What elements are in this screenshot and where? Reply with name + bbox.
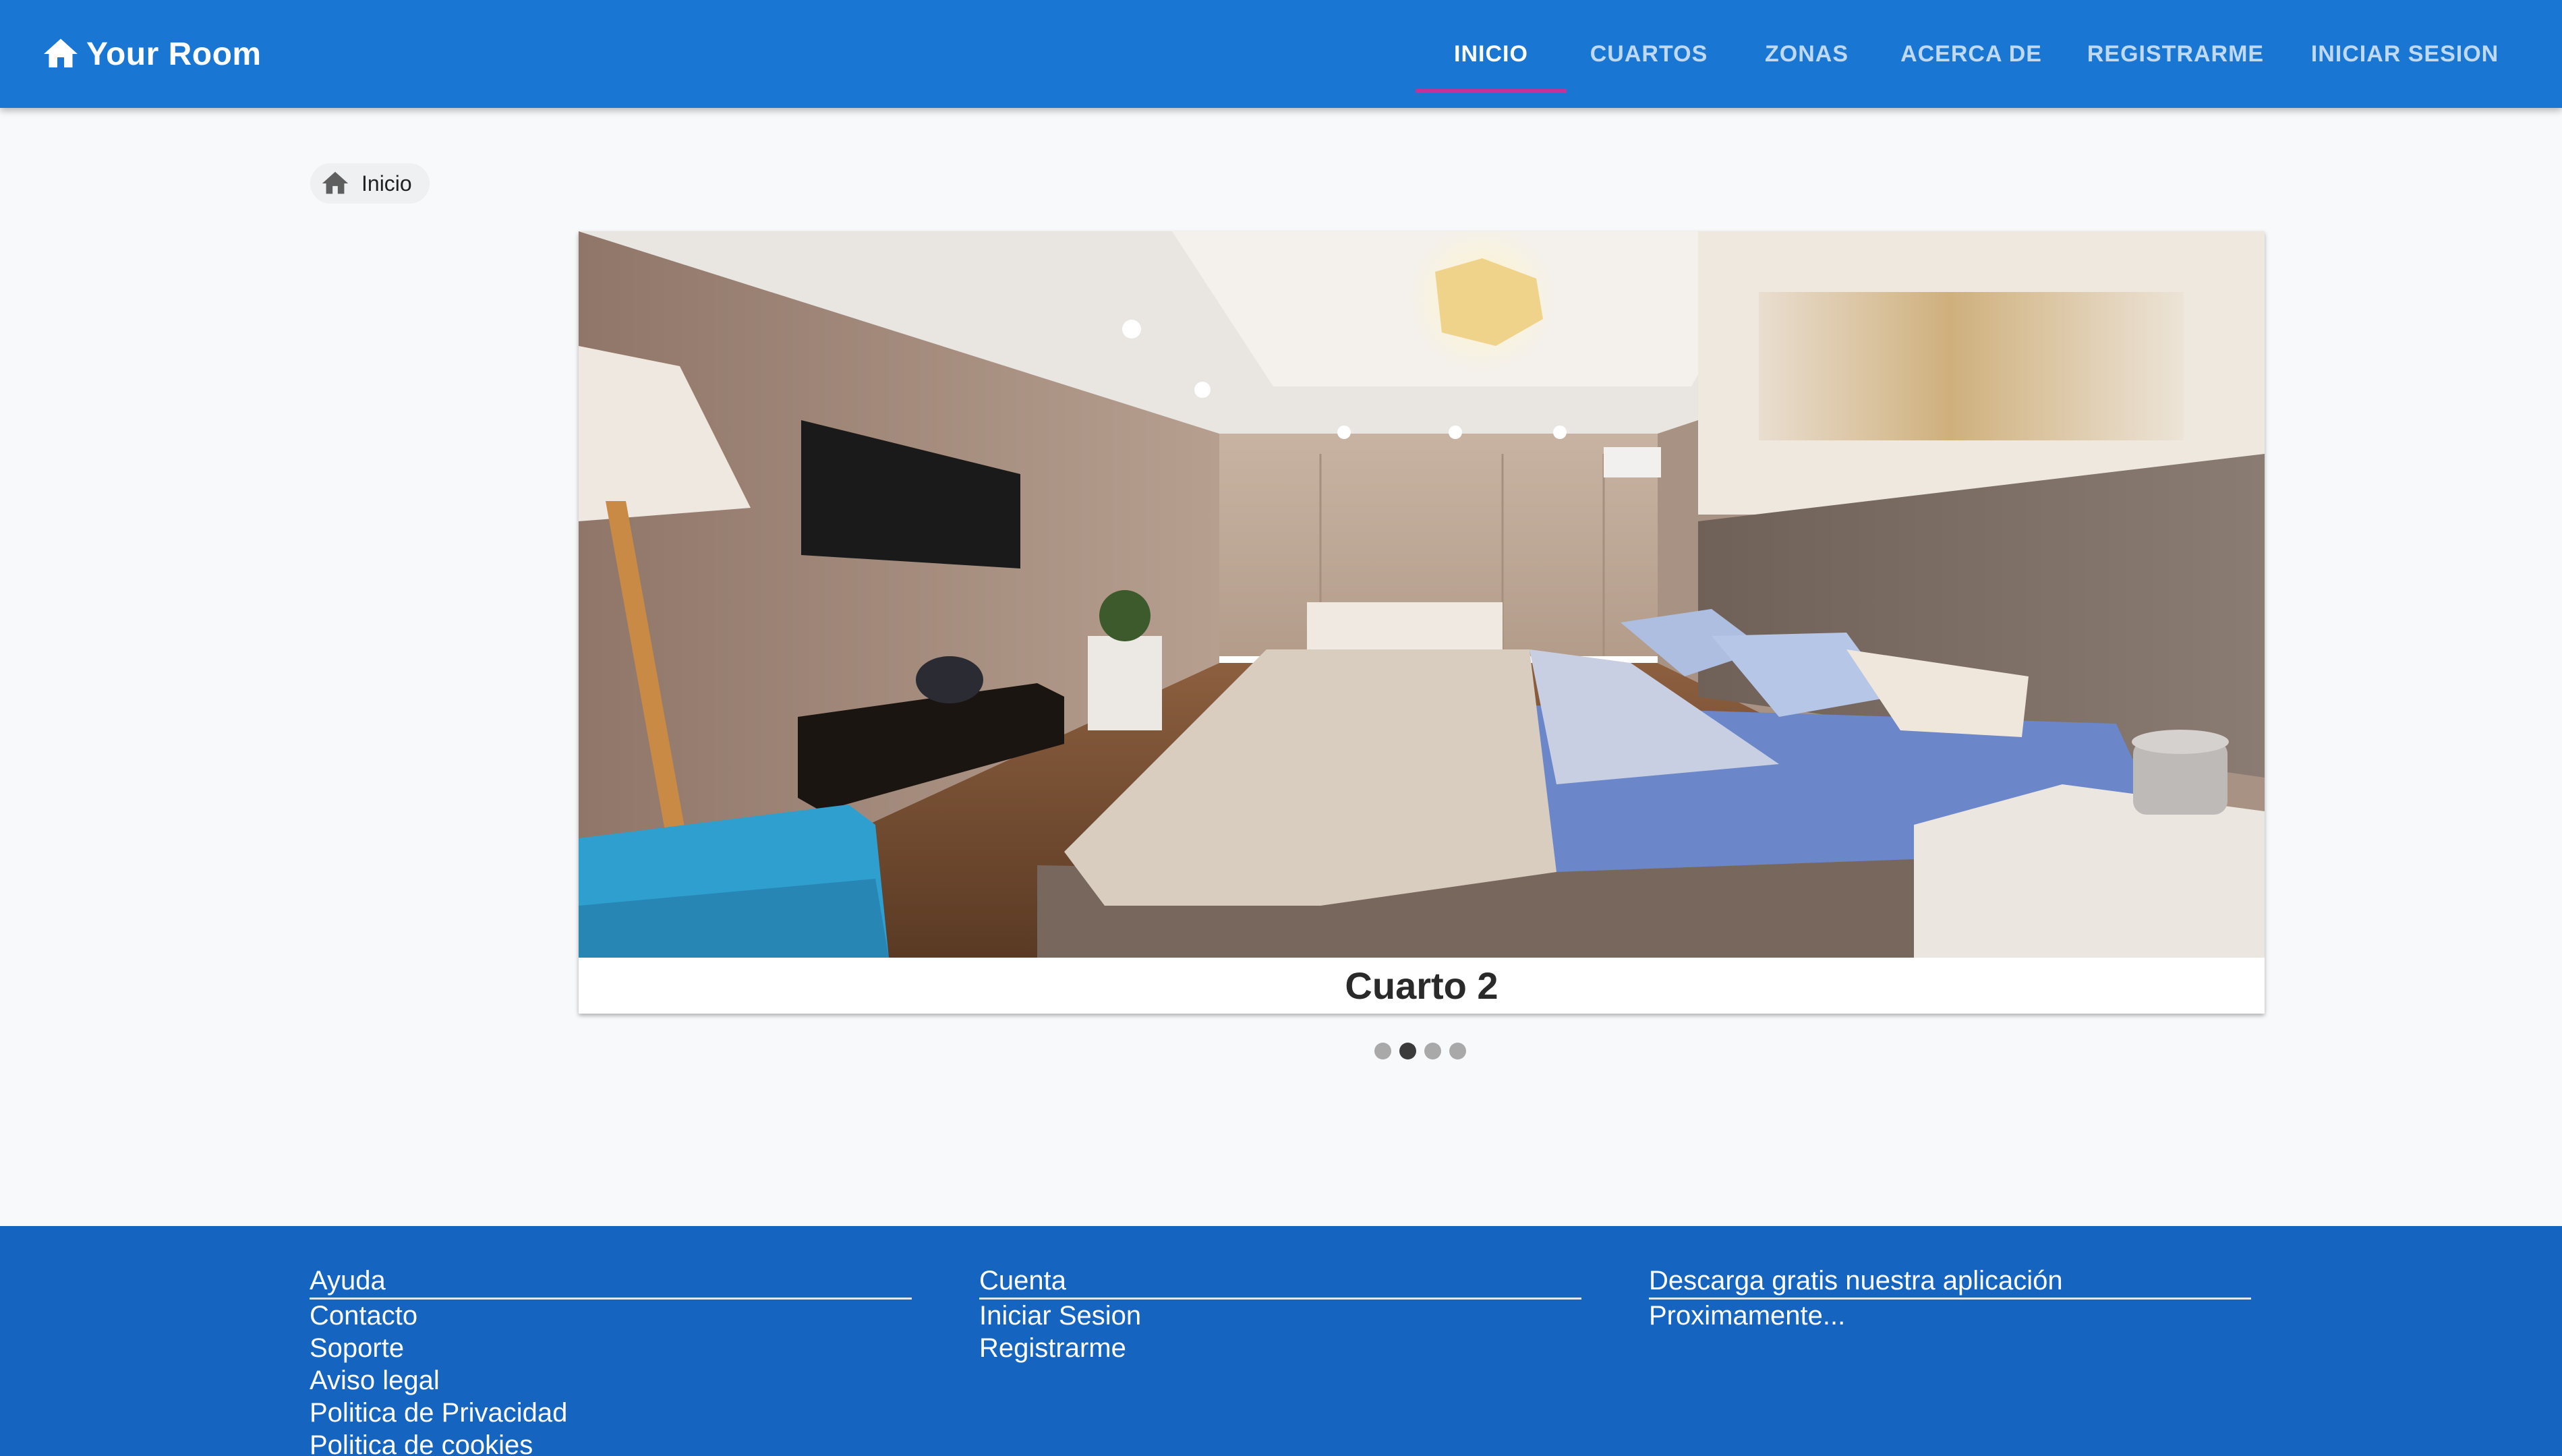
- bedroom-photo: [579, 231, 2265, 958]
- breadcrumb-label: Inicio: [361, 171, 412, 196]
- active-tab-indicator: [1416, 89, 1567, 93]
- footer-app-coming-soon: Proximamente...: [1649, 1301, 1846, 1331]
- tab-zonas[interactable]: ZONAS: [1731, 0, 1882, 108]
- app-bar: Your Room INICIO CUARTOS ZONAS ACERCA DE…: [0, 0, 2562, 108]
- carousel-dot-3[interactable]: [1424, 1042, 1441, 1059]
- home-icon: [320, 168, 351, 199]
- footer-link-cookies[interactable]: Politica de cookies: [310, 1429, 912, 1456]
- breadcrumb[interactable]: Inicio: [310, 163, 430, 204]
- slide-caption: Cuarto 2: [1345, 964, 1498, 1007]
- footer-column-app: Descarga gratis nuestra aplicación Proxi…: [1649, 1265, 2251, 1332]
- footer-link-registrarme[interactable]: Registrarme: [979, 1332, 1581, 1364]
- footer-heading-app: Descarga gratis nuestra aplicación: [1649, 1265, 2251, 1300]
- footer-link-iniciar-sesion[interactable]: Iniciar Sesion: [979, 1300, 1581, 1332]
- footer-link-contacto[interactable]: Contacto: [310, 1300, 912, 1332]
- tab-acerca-de[interactable]: ACERCA DE: [1882, 0, 2060, 108]
- tab-registrarme[interactable]: REGISTRARME: [2060, 0, 2291, 108]
- carousel-slide[interactable]: Cuarto 2: [579, 231, 2265, 1014]
- footer-heading-ayuda: Ayuda: [310, 1265, 912, 1300]
- brand-title: Your Room: [86, 36, 262, 72]
- carousel-dot-1[interactable]: [1374, 1042, 1391, 1059]
- brand-link[interactable]: Your Room: [40, 30, 262, 78]
- tab-iniciar-sesion[interactable]: INICIAR SESION: [2291, 0, 2519, 108]
- home-icon: [40, 34, 81, 74]
- carousel-dot-2[interactable]: [1399, 1042, 1416, 1059]
- footer-link-privacidad[interactable]: Politica de Privacidad: [310, 1397, 912, 1429]
- footer-heading-cuenta: Cuenta: [979, 1265, 1581, 1300]
- footer-link-aviso-legal[interactable]: Aviso legal: [310, 1364, 912, 1397]
- footer: Ayuda Contacto Soporte Aviso legal Polit…: [0, 1226, 2562, 1456]
- tab-cuartos[interactable]: CUARTOS: [1567, 0, 1731, 108]
- footer-link-soporte[interactable]: Soporte: [310, 1332, 912, 1364]
- carousel-indicators: [1374, 1041, 1466, 1060]
- footer-column-cuenta: Cuenta Iniciar Sesion Registrarme: [979, 1265, 1581, 1364]
- footer-column-ayuda: Ayuda Contacto Soporte Aviso legal Polit…: [310, 1265, 912, 1456]
- carousel-dot-4[interactable]: [1449, 1042, 1466, 1059]
